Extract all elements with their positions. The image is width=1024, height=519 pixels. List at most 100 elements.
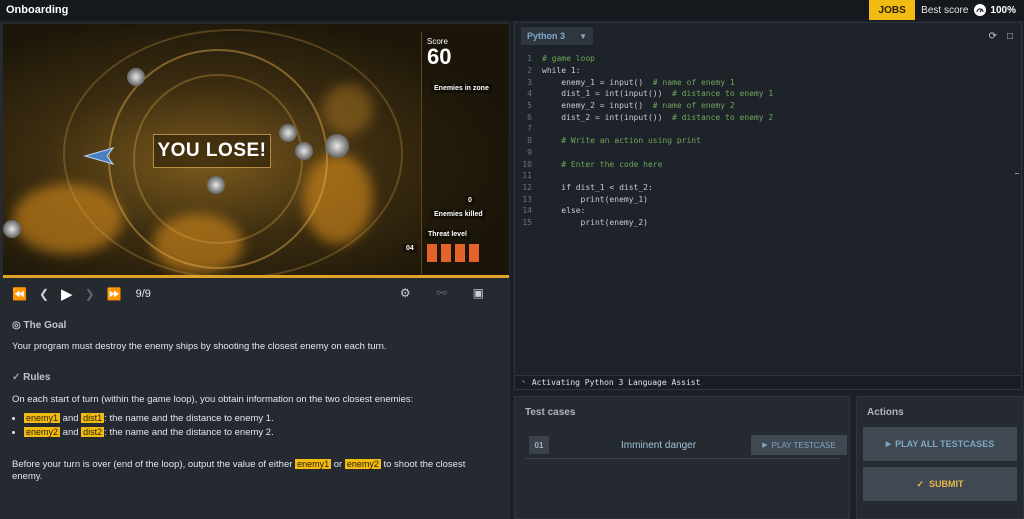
jobs-button[interactable]: JOBS	[869, 0, 916, 20]
fullscreen-icon[interactable]: ▣	[473, 286, 484, 300]
code-line[interactable]: 15 print(enemy_2)	[515, 217, 1023, 229]
best-score-label: Best score	[921, 4, 969, 16]
step-forward-icon[interactable]: ❯	[85, 287, 95, 301]
line-number: 4	[527, 89, 532, 99]
play-all-label: PLAY ALL TESTCASES	[895, 439, 995, 449]
code-line[interactable]: 5 enemy_2 = input() # name of enemy 2	[515, 100, 1023, 112]
language-select[interactable]: Python 3 ▼	[521, 27, 593, 45]
threat-level-label: Threat level	[425, 230, 470, 239]
enemy-ship-icon	[207, 176, 225, 194]
enemy-ship-icon	[325, 134, 349, 158]
language-label: Python 3	[527, 31, 566, 41]
enemy-ship-icon	[295, 142, 313, 160]
goal-text: Your program must destroy the enemy ship…	[12, 341, 387, 352]
best-score-value: 100%	[990, 4, 1016, 16]
code-line[interactable]: 13 print(enemy_1)	[515, 193, 1023, 205]
code-tag: enemy1	[295, 459, 332, 469]
list-item: enemy1 and dist1: the name and the dista…	[24, 413, 274, 424]
rules-outro: Before your turn is over (end of the loo…	[12, 458, 482, 483]
enemy-ship-icon	[3, 220, 21, 238]
submit-label: SUBMIT	[929, 479, 964, 489]
chevron-down-icon: ▼	[579, 31, 587, 41]
player-ship-icon	[83, 147, 115, 165]
testcase-number: 01	[529, 436, 549, 454]
code-line[interactable]: 7	[515, 123, 1023, 135]
code-tag: dist1	[81, 413, 105, 423]
check-icon: ✓	[916, 478, 925, 489]
reset-icon[interactable]: ⟳	[989, 31, 997, 42]
code-tag: enemy1	[24, 413, 61, 423]
threat-bar	[455, 244, 465, 262]
code-line[interactable]: 14 else:	[515, 205, 1023, 217]
code-tag: dist2	[81, 427, 105, 437]
code-tag: enemy2	[24, 427, 61, 437]
line-number: 14	[522, 206, 532, 216]
step-back-icon[interactable]: ❮	[39, 287, 49, 301]
rules-intro: On each start of turn (within the game l…	[12, 394, 414, 405]
line-number: 6	[527, 112, 532, 122]
code-area[interactable]: 1 # game loop 2 while 1: 3 enemy_1 = input()…	[515, 53, 1023, 373]
rule-text: and	[62, 413, 79, 424]
page-title: Onboarding	[6, 4, 69, 16]
target-icon: ◎	[12, 320, 21, 331]
rule-text: Before your turn is over (end of the loo…	[12, 459, 293, 470]
settings-gear-icon[interactable]: ⚙	[400, 286, 411, 300]
rule-text: or	[333, 459, 343, 470]
code-line[interactable]: 11	[515, 170, 1023, 182]
play-testcase-label: PLAY TESTCASE	[771, 440, 836, 450]
top-bar: Onboarding JOBS Best score 100%	[0, 0, 1024, 20]
code-text: if dist_1 < dist_2:	[542, 182, 653, 192]
goal-heading: ◎ The Goal	[12, 320, 66, 331]
expand-icon[interactable]: □	[1007, 31, 1013, 42]
goal-heading-text: The Goal	[23, 320, 67, 331]
score-value: 60	[427, 44, 452, 69]
line-number: 11	[522, 171, 532, 181]
editor-status-bar: ◝ Activating Python 3 Language Assist	[515, 375, 1021, 389]
code-text: enemy_2 = input() # name of enemy 2	[542, 101, 735, 111]
submit-button[interactable]: ✓ SUBMIT	[863, 467, 1017, 501]
code-line[interactable]: 12 if dist_1 < dist_2:	[515, 182, 1023, 194]
test-cases-panel: Test cases 01 Imminent danger ▶ PLAY TES…	[514, 396, 850, 519]
rules-heading: ✓ Rules	[12, 372, 50, 383]
actions-heading: Actions	[867, 407, 904, 418]
code-line[interactable]: 2 while 1:	[515, 65, 1023, 77]
code-line[interactable]: 1 # game loop	[515, 53, 1023, 65]
list-item: enemy2 and dist2: the name and the dista…	[24, 427, 274, 438]
loading-icon: ◝	[521, 378, 526, 387]
code-text: else:	[542, 206, 586, 216]
play-all-testcases-button[interactable]: ▶ PLAY ALL TESTCASES	[863, 427, 1017, 461]
editor-status-text: Activating Python 3 Language Assist	[531, 378, 701, 387]
game-viewer[interactable]: YOU LOSE! Score 60 Enemies in zone Enemi…	[3, 24, 509, 278]
line-number: 13	[522, 194, 532, 204]
skip-end-icon[interactable]: ⏩	[107, 287, 122, 301]
threat-level-value: 04	[403, 244, 417, 253]
enemies-in-zone-label: Enemies in zone	[431, 84, 492, 93]
share-icon[interactable]: ⚯	[437, 286, 447, 300]
code-editor-panel: Python 3 ▼ ⟳ □ 1 # game loop 2 while 1: 3 en…	[514, 22, 1022, 390]
play-testcase-button[interactable]: ▶ PLAY TESTCASE	[751, 435, 847, 455]
code-tag: enemy2	[344, 459, 381, 469]
line-number: 12	[522, 182, 532, 192]
code-text: dist_1 = int(input()) # distance to enem…	[542, 89, 774, 99]
line-number: 8	[527, 136, 532, 146]
threat-bar	[427, 244, 437, 262]
code-text: # game loop	[542, 54, 595, 64]
code-line[interactable]: 4 dist_1 = int(input()) # distance to en…	[515, 88, 1023, 100]
play-icon[interactable]: ▶	[61, 285, 73, 303]
code-line[interactable]: 10 # Enter the code here	[515, 158, 1023, 170]
enemies-killed-value: 0	[465, 196, 475, 205]
play-icon: ▶	[885, 441, 892, 448]
threat-bar	[441, 244, 451, 262]
left-panel: YOU LOSE! Score 60 Enemies in zone Enemi…	[0, 22, 510, 519]
play-icon: ▶	[762, 442, 768, 449]
code-text: while 1:	[542, 66, 581, 76]
code-line[interactable]: 6 dist_2 = int(input()) # distance to en…	[515, 111, 1023, 123]
rewind-start-icon[interactable]: ⏪	[12, 287, 27, 301]
code-text: print(enemy_2)	[542, 217, 648, 227]
code-line[interactable]: 9	[515, 147, 1023, 159]
code-line[interactable]: 3 enemy_1 = input() # name of enemy 1	[515, 76, 1023, 88]
code-text: # Enter the code here	[542, 159, 663, 169]
code-text: enemy_1 = input() # name of enemy 1	[542, 77, 735, 87]
code-line[interactable]: 8 # Write an action using print	[515, 135, 1023, 147]
frame-counter: 9/9	[135, 288, 151, 300]
